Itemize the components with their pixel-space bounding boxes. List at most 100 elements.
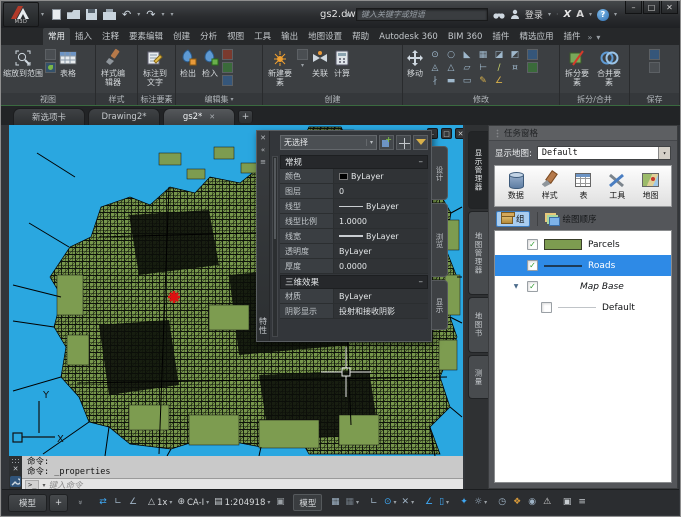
sign-in-button[interactable]: 登录 [525,8,543,21]
modify-tool-icon-15[interactable]: ▭ [459,74,475,87]
layer-row-parcels[interactable]: ✓ Parcels [495,234,671,255]
split-feature-button[interactable]: 拆分要素 [562,47,592,87]
ribbon-tab-1[interactable]: 常用 [43,28,71,45]
customization-menu[interactable]: ≡ [575,494,589,511]
save-file-icon[interactable] [86,9,98,20]
modify-tool-icon-9[interactable]: ▱ [459,61,475,74]
layer-visibility-checkbox[interactable]: ✓ [527,281,538,292]
lock-toggle[interactable]: ▣ [273,494,287,511]
toggle-pickadd-icon[interactable] [379,135,394,150]
ribbon-tab-3[interactable]: 注释 [97,28,124,45]
toolbar-button-tools[interactable]: 工具 [607,171,627,201]
file-tab-1[interactable]: 新选项卡 [13,108,85,125]
select-objects-icon[interactable] [396,135,411,150]
palette-row[interactable]: 颜色 ByLayer [280,169,428,184]
palette-row[interactable]: 阴影显示 投射和接收阴影 [280,304,428,319]
modify-tool-icon-2[interactable]: ○ [443,48,459,61]
layer-visibility-checkbox[interactable] [541,302,552,313]
snap-angle-toggle[interactable]: ∠ [422,494,436,511]
palette-title-strip[interactable]: ✕ « ≡ 特性 [257,131,270,341]
groups-toggle-button[interactable]: 组 [496,211,530,227]
ortho-toggle[interactable]: ∟ [111,494,125,511]
taskpane-tab-2[interactable]: 地图管理器 [468,211,488,295]
selection-dropdown[interactable]: 无选择 ▾ [280,135,377,150]
modify-tool-icon-16[interactable]: ✎ [475,74,491,87]
toolbar-button-database[interactable]: 数据 [506,171,526,201]
close-tab-icon[interactable]: ✕ [209,113,215,121]
ortho-mode-toggle[interactable]: ∟ [367,494,381,511]
search-binoculars-icon[interactable] [493,10,505,20]
dropdown-arrow-icon[interactable]: ▾ [356,499,359,506]
command-close-icon[interactable]: ✕ [13,466,19,473]
ribbon-tab-5[interactable]: 创建 [168,28,195,45]
app-menu-arrow-icon[interactable]: ▾ [41,11,44,18]
user-icon[interactable] [510,9,520,20]
autodesk360-icon[interactable]: A [576,9,584,20]
toolbar-button-brush[interactable]: 样式 [540,171,560,201]
dropdown-arrow-icon[interactable]: ▾ [446,499,449,506]
modify-tool-icon-10[interactable]: ⊢ [475,61,491,74]
settings-menu[interactable]: ☼ ▾ [472,494,489,511]
palette-autohide-icon[interactable]: « [261,146,265,154]
layer-row-default[interactable]: Default [495,297,671,318]
ribbon-tab-14[interactable]: 插件 [487,28,514,45]
dropdown-arrow-icon[interactable]: ▾ [411,499,414,506]
quick-select-icon[interactable] [413,135,428,150]
ribbon-tab-16[interactable]: 插件 [558,28,585,45]
palette-row[interactable]: 透明度 ByLayer [280,244,428,259]
clock-indicator[interactable]: ◷ [495,494,509,511]
expander-icon[interactable]: ▼ [511,283,521,290]
taskpane-tab-1[interactable]: 显示管理器 [468,131,488,209]
palette-side-tab-2[interactable]: 浏览 [432,203,448,277]
ribbon-tab-10[interactable]: 地图设置 [303,28,347,45]
style-panel-label[interactable]: 样式 [96,93,137,105]
palette-row[interactable]: 厚度 0.0000 [280,259,428,274]
dropdown-arrow-icon[interactable]: ▾ [206,499,209,506]
modify-tool-icon[interactable] [527,62,538,73]
close-button[interactable]: ✕ [661,1,678,14]
annotation-scale[interactable]: △ 1x ▾ [146,494,174,511]
modify-tool-icon-5[interactable]: ◪ [491,48,507,61]
exchange-apps-icon[interactable]: X [564,9,572,20]
ribbon-tab-2[interactable]: 插入 [70,28,97,45]
palette-row[interactable]: 线宽 ByLayer [280,229,428,244]
sign-in-dropdown-icon[interactable]: ▾ [548,11,551,18]
dropdown-arrow-icon[interactable]: ▾ [169,499,172,506]
modify-tool-icon-7[interactable]: ◬ [427,61,443,74]
help-dropdown-icon[interactable]: ▾ [614,11,617,18]
taskpane-tab-4[interactable]: 测量 [468,355,488,399]
annotate-panel-label[interactable]: 标注要素 [138,93,175,105]
open-file-icon[interactable] [67,10,81,19]
polar-snap-toggle[interactable]: ∠ [126,494,140,511]
minimize-button[interactable]: – [625,1,642,14]
command-customize-icon[interactable] [10,476,21,487]
draw-order-button[interactable]: 绘图顺序 [545,213,597,226]
dropdown-arrow-icon[interactable]: ▾ [267,499,270,506]
redo-dropdown-icon[interactable]: ▾ [161,11,164,18]
print-icon[interactable] [103,9,117,20]
dynamic-input-toggle[interactable]: ▯ ▾ [437,494,451,511]
command-history[interactable]: 命令: 命令: _properties [22,456,463,478]
edit-set-tool-icon[interactable] [222,49,233,60]
modify-tool-icon-4[interactable]: ▦ [475,48,491,61]
modify-tool-icon-17[interactable]: ∠ [491,74,507,87]
ribbon-tab-13[interactable]: BIM 360 [443,30,488,45]
table-button[interactable]: 表格 [58,47,78,78]
calculate-button[interactable]: 计算 [332,47,352,78]
clean-screen-toggle[interactable]: ▣ [560,494,574,511]
collapse-icon[interactable]: – [419,157,424,167]
save-tool-icon[interactable] [649,49,660,60]
modify-tool-icon-13[interactable]: ∤ [427,74,443,87]
move-button[interactable]: 移动 [405,47,425,78]
file-tab-2[interactable]: Drawing2* [88,108,160,125]
modify-tool-icon-11[interactable]: ∕ [491,61,507,74]
drawing-close-button[interactable]: ✕ [455,128,463,139]
palette-side-tab-3[interactable]: 显示 [432,280,448,330]
ribbon-tab-9[interactable]: 输出 [276,28,303,45]
application-menu-button[interactable]: M3D [3,2,39,27]
modify-tool-icon[interactable] [527,49,538,60]
toolbar-button-table[interactable]: 表 [573,171,593,201]
dropdown-arrow-icon[interactable]: ▾ [394,499,397,506]
palette-row[interactable]: 图层 0 [280,184,428,199]
warning-indicator[interactable]: ⚠ [540,494,554,511]
